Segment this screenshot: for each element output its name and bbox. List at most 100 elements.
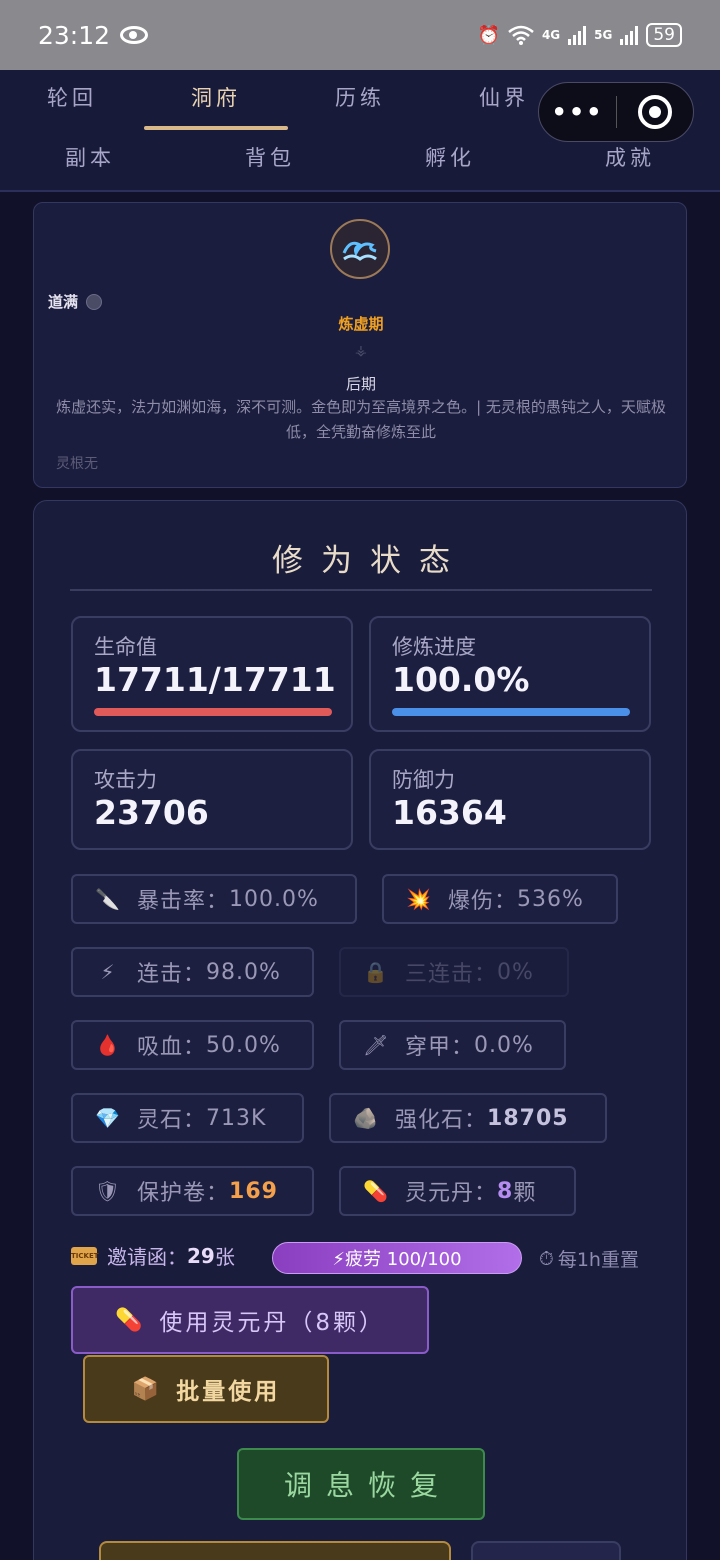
gem-icon: 💎 bbox=[95, 1106, 121, 1130]
package-icon: 📦 bbox=[131, 1376, 163, 1402]
network-5g-label: 5G bbox=[594, 28, 613, 42]
spirit-stone-pill: 💎 灵石： 713K bbox=[71, 1093, 304, 1143]
pill-icon: 💊 bbox=[363, 1179, 389, 1203]
lightning-icon: ⚡ bbox=[100, 960, 116, 984]
explosion-icon: 💥 bbox=[406, 887, 432, 911]
progress-label: 修炼进度 bbox=[392, 635, 476, 659]
crit-damage-value: 536% bbox=[517, 886, 584, 912]
armor-pierce-pill: 🗡 穿甲： 0.0% bbox=[339, 1020, 566, 1070]
use-pill-label: 使用灵元丹（8颗） bbox=[159, 1310, 386, 1336]
spirit-pill-label: 灵元丹： bbox=[405, 1181, 498, 1206]
spirit-pill-pill: 💊 灵元丹： 8 颗 bbox=[339, 1166, 576, 1216]
realm-name: 炼虚期 bbox=[338, 315, 384, 333]
tab-chengjiu[interactable]: 成就 bbox=[540, 142, 720, 172]
invite-unit: 张 bbox=[214, 1245, 235, 1269]
crit-rate-pill: 🔪 暴击率： 100.0% bbox=[71, 874, 357, 924]
fatigue-badge: ⚡疲劳 100/100 bbox=[272, 1242, 522, 1274]
status-icons: ⏰ 4G 5G 59 bbox=[478, 23, 682, 47]
system-status-bar: 23:12 ⏰ 4G 5G 59 bbox=[0, 0, 720, 70]
network-4g-label: 4G bbox=[541, 28, 561, 42]
tab-lunhui[interactable]: 轮回 bbox=[0, 82, 144, 112]
crit-rate-label: 暴击率： bbox=[137, 889, 230, 914]
rock-icon: 🪨 bbox=[353, 1106, 379, 1130]
rest-recover-button[interactable]: 调息恢复 bbox=[237, 1448, 485, 1520]
progress-value: 100.0% bbox=[392, 660, 530, 699]
crit-damage-pill: 💥 爆伤： 536% bbox=[382, 874, 618, 924]
target-icon bbox=[637, 95, 672, 129]
alarm-icon: ⏰ bbox=[477, 24, 500, 46]
realm-stage: 后期 bbox=[345, 375, 376, 393]
cleaver-icon: 🔪 bbox=[95, 887, 121, 911]
attack-value: 23706 bbox=[94, 793, 209, 832]
armor-pierce-value: 0.0% bbox=[474, 1032, 534, 1058]
defense-label: 防御力 bbox=[392, 768, 455, 792]
spirit-root-label: 灵根无 bbox=[56, 456, 98, 472]
enhance-stone-label: 强化石： bbox=[395, 1108, 488, 1133]
defense-box: 防御力 16364 bbox=[369, 749, 651, 850]
realm-tag: 道满 bbox=[48, 291, 103, 312]
combo-pill: ⚡ 连击： 98.0% bbox=[71, 947, 314, 997]
realm-description: 炼虚还实，法力如渊如海，深不可测。金色即为至高境界之色。| 无灵根的愚钝之人，天… bbox=[56, 398, 666, 441]
protect-scroll-value: 169 bbox=[229, 1178, 278, 1204]
progress-bar bbox=[392, 708, 630, 716]
triple-combo-pill: 🔒 三连击： 0% bbox=[339, 947, 569, 997]
batch-use-label: 批量使用 bbox=[176, 1379, 281, 1405]
active-tab-indicator bbox=[144, 126, 288, 130]
hp-value: 17711/17711 bbox=[94, 660, 336, 699]
blood-drop-icon: 🩸 bbox=[95, 1033, 121, 1057]
attack-label: 攻击力 bbox=[94, 768, 157, 792]
tab-fuhua[interactable]: 孵化 bbox=[360, 142, 540, 172]
reset-timer: ⏱ 每1h重置 bbox=[539, 1245, 639, 1272]
realm-tag-label: 道满 bbox=[48, 293, 79, 311]
partial-gold-button[interactable] bbox=[99, 1541, 451, 1560]
tab-beibao[interactable]: 背包 bbox=[180, 142, 360, 172]
signal-bars-icon bbox=[568, 25, 587, 45]
combo-label: 连击： bbox=[137, 962, 207, 987]
miniprogram-capsule: ••• bbox=[538, 82, 694, 142]
crit-damage-label: 爆伤： bbox=[448, 889, 518, 914]
pill-icon: 💊 bbox=[114, 1307, 146, 1333]
cultivation-status-card: 修为状态 生命值 17711/17711 修炼进度 100.0% 攻击力 237… bbox=[33, 500, 687, 1560]
clock: 23:12 bbox=[38, 20, 111, 50]
battery-indicator: 59 bbox=[646, 23, 682, 47]
lifesteal-label: 吸血： bbox=[137, 1035, 207, 1060]
realm-card: 道满 炼虚期 ⚶ 后期 炼虚还实，法力如渊如海，深不可测。金色即为至高境界之色。… bbox=[33, 202, 687, 488]
wave-icon bbox=[330, 219, 390, 279]
enhance-stone-value: 18705 bbox=[487, 1105, 569, 1131]
attack-box: 攻击力 23706 bbox=[71, 749, 353, 850]
tab-fuben[interactable]: 副本 bbox=[0, 142, 180, 172]
spirit-pill-unit: 颗 bbox=[513, 1181, 537, 1206]
tab-dongfu[interactable]: 洞府 bbox=[144, 82, 288, 112]
realm-mark-icon: ⚶ bbox=[355, 343, 367, 359]
spirit-pill-value: 8 bbox=[497, 1178, 514, 1204]
protect-scroll-label: 保护卷： bbox=[137, 1181, 230, 1206]
tab-lilian[interactable]: 历练 bbox=[288, 82, 432, 112]
stopwatch-icon: ⏱ bbox=[539, 1247, 554, 1270]
hp-bar bbox=[94, 708, 332, 716]
coin-icon bbox=[86, 293, 103, 310]
defense-value: 16364 bbox=[392, 793, 507, 832]
combo-value: 98.0% bbox=[206, 959, 281, 985]
reset-label: 每1h重置 bbox=[557, 1249, 639, 1271]
ticket-icon: TICKET bbox=[71, 1246, 99, 1265]
protect-scroll-pill: 🛡 保护卷： 169 bbox=[71, 1166, 314, 1216]
signal-bars-icon bbox=[620, 25, 639, 45]
spirit-stone-value: 713K bbox=[206, 1105, 267, 1131]
use-pill-button[interactable]: 💊 使用灵元丹（8颗） bbox=[71, 1286, 429, 1354]
lifesteal-pill: 🩸 吸血： 50.0% bbox=[71, 1020, 314, 1070]
triple-combo-label: 三连击： bbox=[405, 962, 498, 987]
progress-box: 修炼进度 100.0% bbox=[369, 616, 651, 732]
lock-icon: 🔒 bbox=[363, 960, 389, 984]
top-navigation: 轮回 洞府 历练 仙界 万妖阁 副本 背包 孵化 成就 ••• bbox=[0, 70, 720, 192]
invite-count: 29 bbox=[187, 1243, 215, 1268]
more-menu-button[interactable]: ••• bbox=[539, 98, 616, 126]
invite-row: TICKET 邀请函： 29 张 bbox=[71, 1241, 235, 1270]
status-title: 修为状态 bbox=[272, 543, 468, 579]
batch-use-button[interactable]: 📦 批量使用 bbox=[83, 1355, 329, 1423]
crit-rate-value: 100.0% bbox=[229, 886, 319, 912]
close-miniprogram-button[interactable] bbox=[617, 95, 693, 129]
wifi-icon bbox=[508, 25, 534, 45]
title-divider bbox=[70, 589, 652, 591]
partial-dark-button[interactable] bbox=[471, 1541, 621, 1560]
invite-label: 邀请函： bbox=[107, 1245, 187, 1269]
